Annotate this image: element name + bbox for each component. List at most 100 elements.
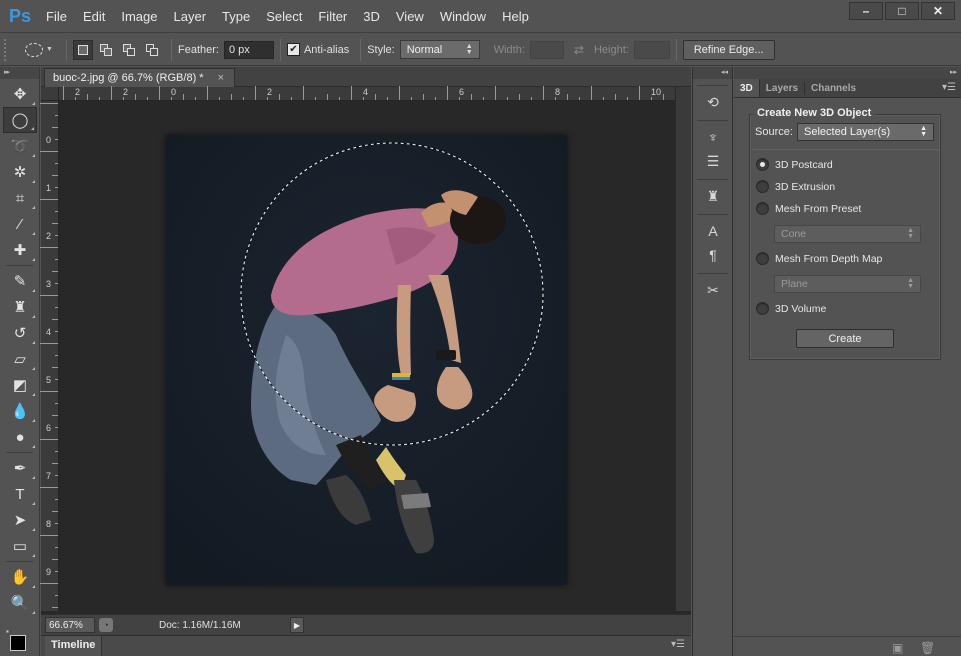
blur-tool[interactable]: 💧: [3, 398, 37, 424]
menu-file[interactable]: File: [38, 0, 75, 33]
options-bar-grip[interactable]: [4, 38, 10, 61]
menu-window[interactable]: Window: [432, 0, 494, 33]
menu-image[interactable]: Image: [113, 0, 165, 33]
zoom-input[interactable]: [45, 617, 95, 633]
create-button[interactable]: Create: [796, 329, 894, 348]
eyedropper-tool[interactable]: ⁄: [3, 211, 37, 237]
ruler-tick: [519, 94, 520, 100]
add-to-selection-button[interactable]: [96, 40, 116, 60]
document-tab[interactable]: buoc-2.jpg @ 66.7% (RGB/8) * ×: [44, 68, 236, 87]
maximize-button[interactable]: □: [885, 2, 919, 20]
horizontal-ruler[interactable]: 2 2 0 2 4 6 8 10: [59, 86, 675, 101]
paint-bucket-tool[interactable]: ◩: [3, 372, 37, 398]
pen-tool[interactable]: ✒: [3, 455, 37, 481]
intersect-selection-button[interactable]: [142, 40, 162, 60]
radio-button[interactable]: [756, 158, 769, 171]
dodge-tool[interactable]: ●: [3, 424, 37, 450]
status-menu-arrow-icon[interactable]: ▶: [290, 617, 304, 633]
option-label: 3D Extrusion: [775, 180, 836, 193]
color-swatches[interactable]: ▪: [4, 625, 36, 655]
default-colors-icon[interactable]: ▪: [6, 627, 9, 636]
vertical-ruler[interactable]: 0 1 2 3 4 5 6 7 8 9: [40, 101, 59, 611]
minimize-button[interactable]: –: [849, 2, 883, 20]
timeline-tab[interactable]: Timeline: [45, 636, 103, 656]
vertical-scrollbar[interactable]: [675, 87, 691, 611]
stepper-arrows-icon: ▲ ▼: [907, 277, 914, 290]
height-input[interactable]: [633, 40, 670, 59]
type-tool[interactable]: T: [3, 481, 37, 507]
preset-select[interactable]: Cone ▲ ▼: [774, 225, 921, 243]
close-button[interactable]: ✕: [921, 2, 955, 20]
swap-dimensions-icon[interactable]: ⇄: [574, 43, 584, 57]
brush-tool[interactable]: ✎: [3, 268, 37, 294]
rectangle-tool[interactable]: ▭: [3, 533, 37, 559]
tool-preset-picker[interactable]: ▼: [18, 38, 60, 62]
ruler-tick: [147, 97, 148, 100]
history-brush-tool[interactable]: ↺: [3, 320, 37, 346]
source-select[interactable]: Selected Layer(s) ▲ ▼: [797, 123, 934, 141]
hand-tool[interactable]: ✋: [3, 564, 37, 590]
history-panel-icon[interactable]: ⟲: [697, 90, 729, 114]
toolbox-collapse-icon[interactable]: ▸▸: [0, 67, 39, 79]
option-3d-postcard[interactable]: 3D Postcard: [756, 158, 833, 171]
ruler-tick: [135, 94, 136, 100]
panel-menu-icon[interactable]: ▾☰: [671, 639, 685, 650]
radio-button[interactable]: [756, 202, 769, 215]
menu-3d[interactable]: 3D: [355, 0, 388, 33]
depth-map-select[interactable]: Plane ▲ ▼: [774, 275, 921, 293]
tab-layers[interactable]: Layers: [760, 79, 804, 97]
clone-stamp-tool[interactable]: ♜: [3, 294, 37, 320]
brush-presets-icon[interactable]: ☰: [697, 149, 729, 173]
ruler-label: 2: [123, 87, 129, 97]
ruler-tick: [52, 607, 58, 608]
menu-edit[interactable]: Edit: [75, 0, 113, 33]
option-mesh-from-preset[interactable]: Mesh From Preset: [756, 202, 861, 215]
tab-channels[interactable]: Channels: [805, 79, 862, 97]
ruler-tick: [411, 97, 412, 100]
move-tool[interactable]: ✥: [3, 81, 37, 107]
zoom-tool[interactable]: 🔍: [3, 590, 37, 616]
ruler-origin[interactable]: [41, 87, 59, 101]
radio-button[interactable]: [756, 180, 769, 193]
menu-help[interactable]: Help: [494, 0, 537, 33]
new-selection-button[interactable]: [73, 39, 93, 60]
option-3d-extrusion[interactable]: 3D Extrusion: [756, 180, 835, 193]
trash-icon[interactable]: 🗑: [920, 641, 935, 655]
magic-wand-tool[interactable]: ✲: [3, 159, 37, 185]
status-info-icon[interactable]: ◔: [99, 618, 113, 632]
collapse-icon[interactable]: ◂◂: [693, 67, 732, 79]
feather-input[interactable]: [223, 40, 274, 59]
anti-alias-checkbox[interactable]: ✔: [286, 43, 300, 56]
radio-button[interactable]: [756, 252, 769, 265]
crop-tool[interactable]: ⌗: [3, 185, 37, 211]
elliptical-marquee-tool[interactable]: ◯: [3, 107, 37, 133]
menu-type[interactable]: Type: [214, 0, 258, 33]
tool-presets-icon[interactable]: ✂: [697, 278, 729, 302]
close-tab-icon[interactable]: ×: [218, 72, 224, 84]
panel-menu-icon[interactable]: ▾☰: [942, 82, 956, 93]
eraser-tool[interactable]: ▱: [3, 346, 37, 372]
subtract-from-selection-button[interactable]: [119, 40, 139, 60]
spot-healing-brush-tool[interactable]: ✚: [3, 237, 37, 263]
menu-filter[interactable]: Filter: [310, 0, 355, 33]
menu-layer[interactable]: Layer: [166, 0, 215, 33]
option-mesh-from-depth-map[interactable]: Mesh From Depth Map: [756, 252, 882, 265]
paragraph-panel-icon[interactable]: ¶: [697, 243, 729, 267]
brush-panel-icon[interactable]: ♆: [697, 125, 729, 149]
option-3d-volume[interactable]: 3D Volume: [756, 302, 826, 315]
menu-view[interactable]: View: [388, 0, 432, 33]
canvas[interactable]: [166, 135, 567, 585]
foreground-color-swatch[interactable]: [10, 635, 26, 651]
lasso-tool[interactable]: ➰: [3, 133, 37, 159]
path-selection-tool[interactable]: ➤: [3, 507, 37, 533]
refine-edge-button[interactable]: Refine Edge...: [682, 39, 775, 60]
tab-3d[interactable]: 3D: [734, 79, 760, 97]
style-select[interactable]: Normal ▲ ▼: [399, 40, 480, 59]
menu-select[interactable]: Select: [258, 0, 310, 33]
new-item-icon[interactable]: ▣: [892, 641, 903, 655]
clone-source-icon[interactable]: ♜: [697, 184, 729, 208]
radio-button[interactable]: [756, 302, 769, 315]
character-panel-icon[interactable]: A: [697, 219, 729, 243]
width-input[interactable]: [529, 40, 564, 59]
expand-icon[interactable]: ▸▸: [734, 67, 961, 79]
